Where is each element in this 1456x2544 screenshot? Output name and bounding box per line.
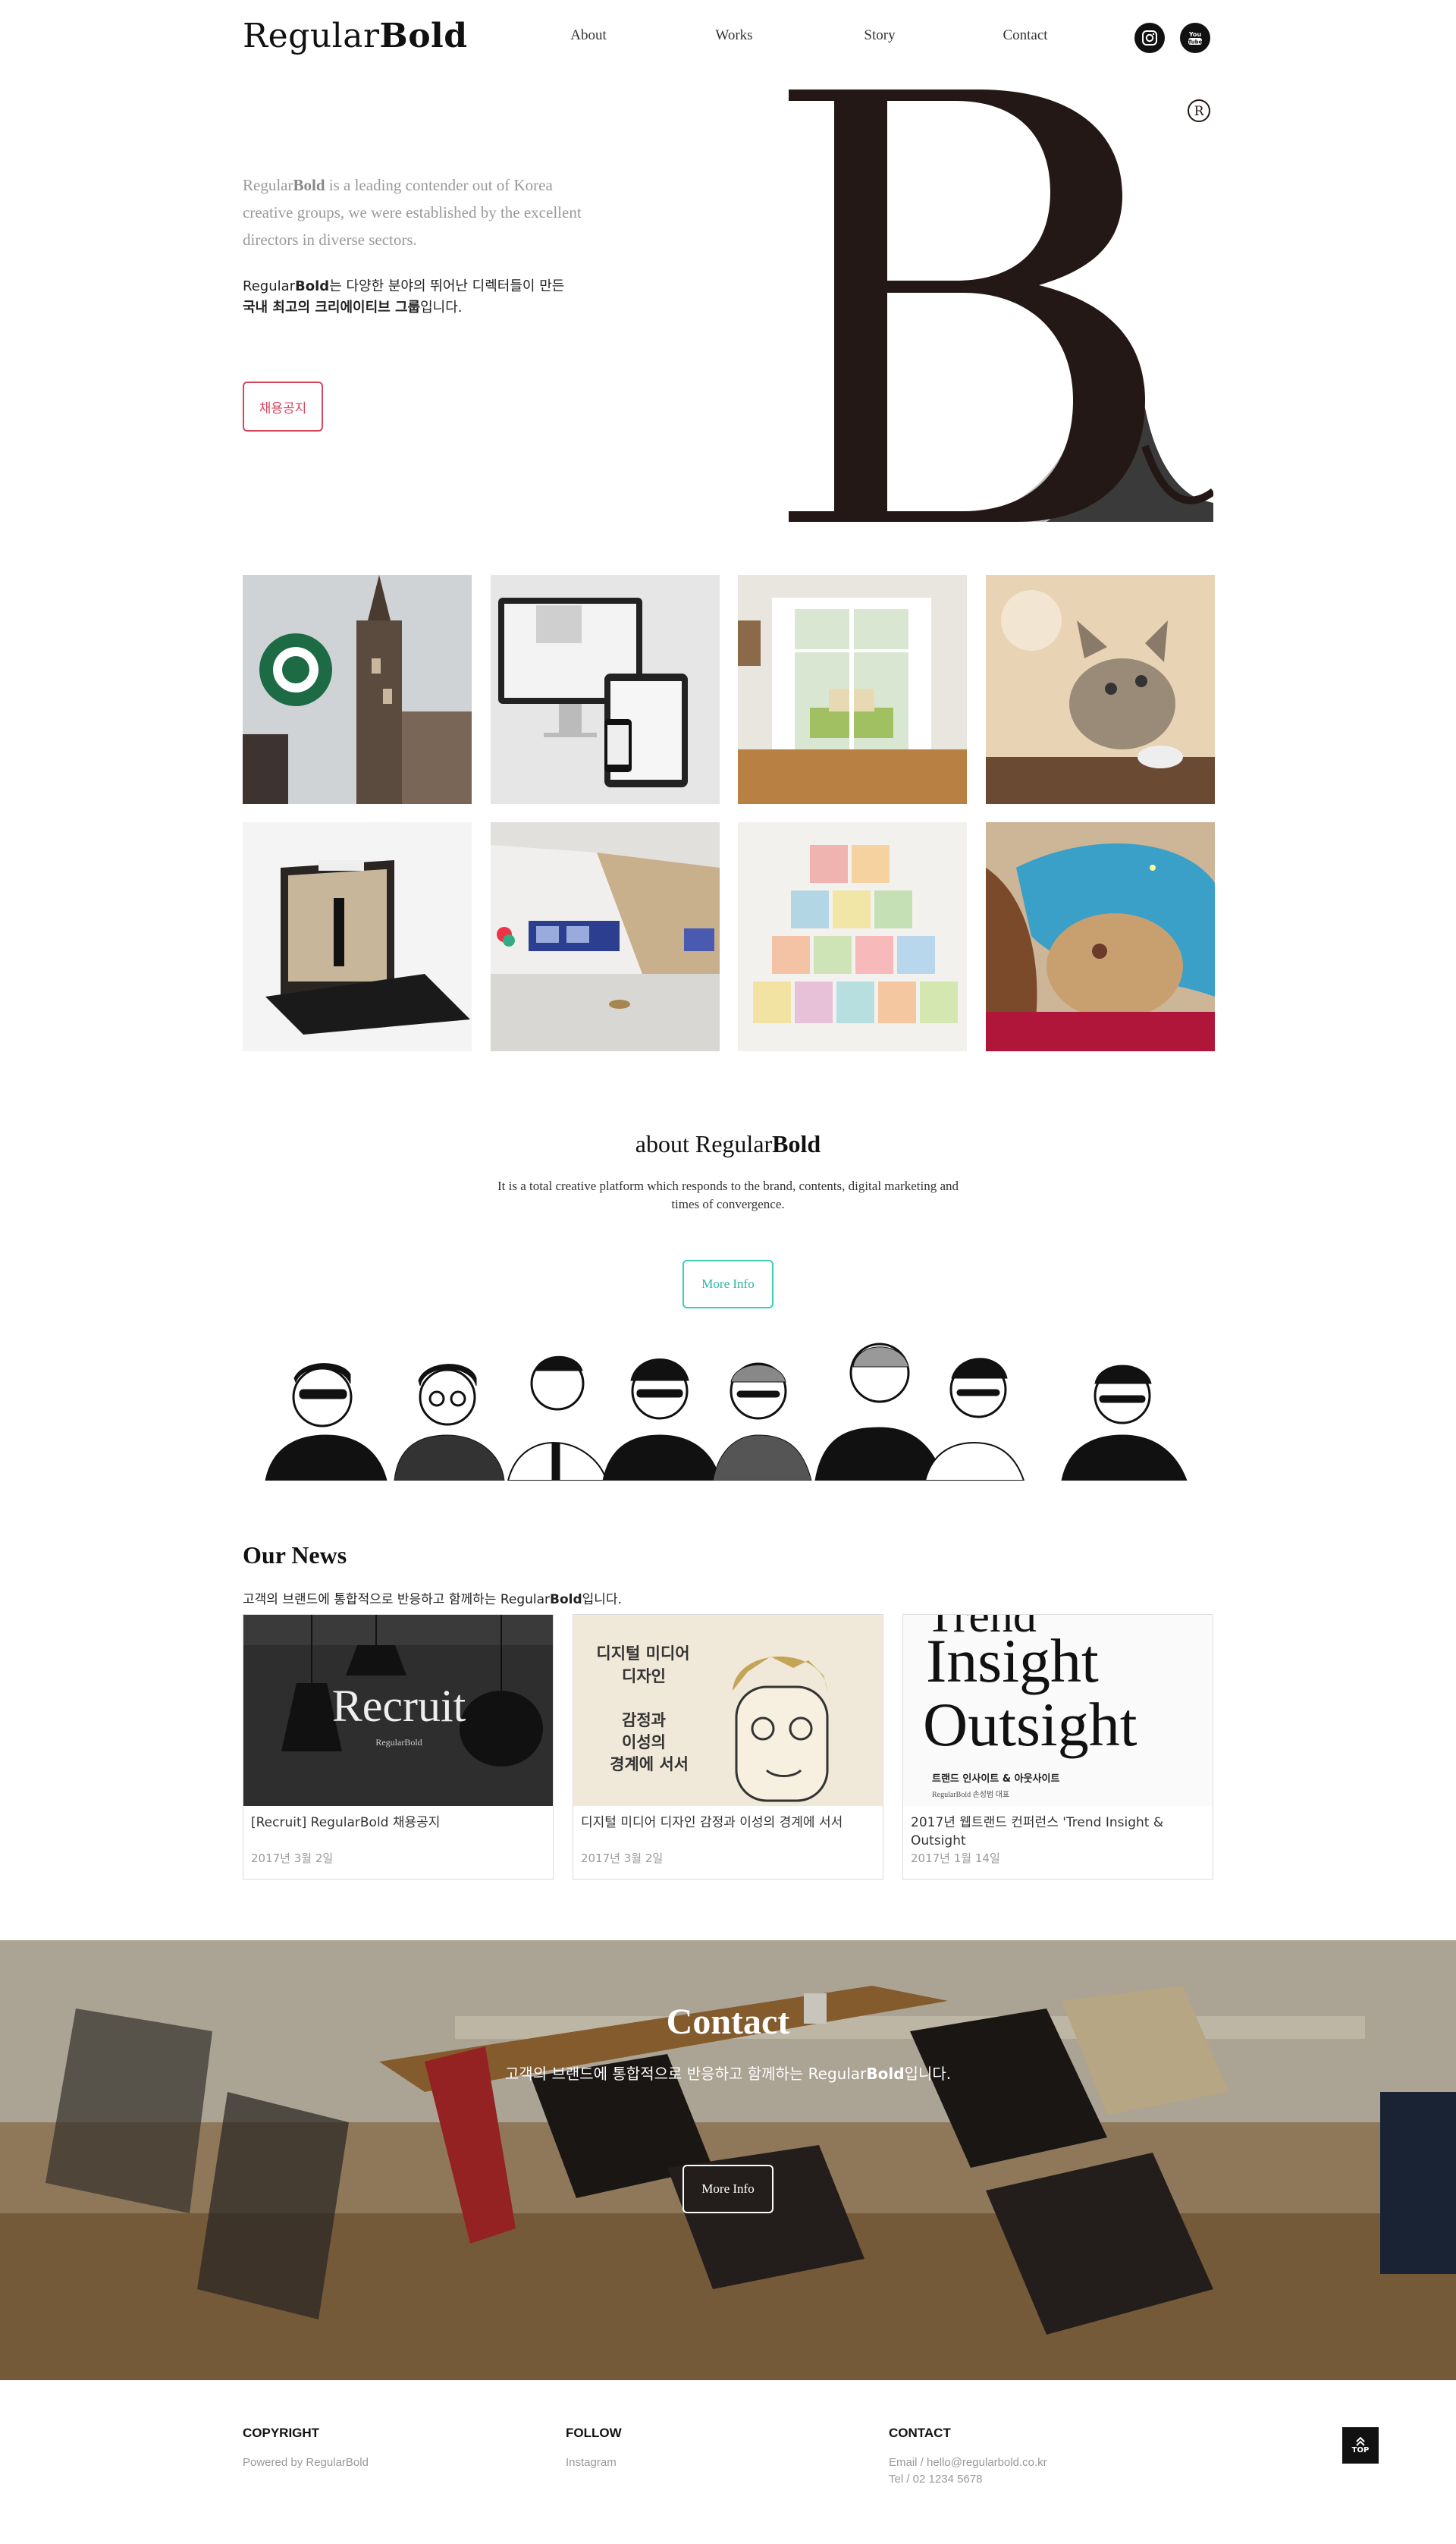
news-subtitle-post: 입니다. <box>582 1592 622 1607</box>
news-subtitle-pre: 고객의 브랜드에 통합적으로 반응하고 함께하는 Regular <box>243 1592 551 1607</box>
footer-contact: CONTACT Email / hello@regularbold.co.kr … <box>889 2426 1047 2488</box>
thumb-recruit-sub: RegularBold <box>375 1737 422 1748</box>
brand-regular: Regular <box>243 176 293 194</box>
portfolio-display-box[interactable] <box>243 822 472 1051</box>
portfolio-interior[interactable] <box>738 575 968 804</box>
site-footer: COPYRIGHT Powered by RegularBold FOLLOW … <box>0 2380 1456 2544</box>
portfolio-illustration[interactable] <box>986 822 1216 1051</box>
about-title: about RegularBold <box>0 1130 1456 1158</box>
portfolio-kitten[interactable] <box>986 575 1216 804</box>
footer-copyright: COPYRIGHT Powered by RegularBold <box>243 2426 369 2471</box>
news-card-date: 2017년 1월 14일 <box>911 1851 1000 1865</box>
thumb-digital-line: 경계에 서서 <box>610 1755 689 1773</box>
nav-works[interactable]: Works <box>661 27 807 44</box>
portfolio-exhibition[interactable] <box>490 822 720 1051</box>
nav-story[interactable]: Story <box>807 27 952 44</box>
brand-regular: Regular <box>243 278 296 294</box>
news-subtitle-bold: Bold <box>550 1592 582 1607</box>
thumb-digital-line: 디지털 미디어 <box>596 1644 689 1663</box>
site-header: RegularBold About Works Story Contact Yo… <box>0 0 1456 76</box>
contact-subtitle: 고객의 브랜드에 통합적으로 반응하고 함께하는 RegularBold입니다. <box>0 2062 1456 2084</box>
nav-about[interactable]: About <box>516 27 661 44</box>
thumb-trend-line: Outsight <box>923 1690 1138 1759</box>
news-card[interactable]: 디지털 미디어 디자인 감정과 이성의 경계에 서서 디지털 미디어 디자인 감… <box>573 1614 883 1880</box>
portfolio-grid <box>243 575 1216 1051</box>
footer-follow: FOLLOW Instagram <box>566 2426 622 2471</box>
registered-mark: R <box>1194 104 1205 119</box>
hero-english-text: RegularBold is a leading contender out o… <box>243 171 584 253</box>
hero-intro: RegularBold is a leading contender out o… <box>243 171 584 319</box>
site-logo[interactable]: RegularBold <box>243 17 468 55</box>
footer-heading: COPYRIGHT <box>243 2426 320 2440</box>
contact-subtitle-post: 입니다. <box>904 2065 952 2083</box>
svg-text:You: You <box>1188 31 1202 38</box>
portfolio-starbucks[interactable] <box>243 575 472 804</box>
about-title-bold: Bold <box>772 1130 821 1157</box>
footer-contact-lines: Email / hello@regularbold.co.kr Tel / 02… <box>889 2454 1047 2488</box>
portfolio-cups[interactable] <box>738 822 968 1051</box>
main-nav: About Works Story Contact <box>516 27 1098 44</box>
news-thumb-recruit: Recruit RegularBold <box>243 1615 553 1806</box>
thumb-trend-line: Insight <box>926 1626 1099 1695</box>
footer-heading: CONTACT <box>889 2426 951 2440</box>
back-to-top-label: TOP <box>1351 2445 1370 2454</box>
news-card-title: 2017년 웹트랜드 컨퍼런스 'Trend Insight & Outsigh… <box>911 1815 1164 1848</box>
nav-contact[interactable]: Contact <box>952 27 1098 44</box>
hero-korean-bold: 국내 최고의 크리에이티브 그룹 <box>243 300 421 316</box>
news-card-title: 디지털 미디어 디자인 감정과 이성의 경계에 서서 <box>581 1815 843 1830</box>
logo-bold-text: Bold <box>379 17 468 55</box>
hero-korean-text: RegularBold는 다양한 분야의 뛰어난 디렉터들이 만든국내 최고의 … <box>243 276 584 319</box>
footer-tel: Tel / 02 1234 5678 <box>889 2473 983 2486</box>
news-card-date: 2017년 3월 2일 <box>251 1851 334 1865</box>
hero-korean-tail: 입니다. <box>420 300 463 316</box>
news-title: Our News <box>243 1541 347 1569</box>
thumb-trend-sub: 트랜드 인사이트 & 아웃사이트 <box>932 1773 1059 1785</box>
news-subtitle: 고객의 브랜드에 통합적으로 반응하고 함께하는 RegularBold입니다. <box>243 1588 622 1607</box>
double-chevron-up-icon <box>1356 2436 1365 2446</box>
thumb-recruit-text: Recruit <box>332 1681 466 1731</box>
logo-regular-text: Regular <box>243 17 380 55</box>
contact-title: Contact <box>666 2002 790 2042</box>
youtube-icon[interactable]: You Tube <box>1180 23 1210 53</box>
contact-more-info-button[interactable]: More Info <box>682 2165 774 2213</box>
news-card[interactable]: Trend Insight Outsight 트랜드 인사이트 & 아웃사이트 … <box>902 1614 1213 1880</box>
news-thumb-digital: 디지털 미디어 디자인 감정과 이성의 경계에 서서 <box>573 1615 883 1806</box>
thumb-digital-line: 이성의 <box>622 1733 666 1751</box>
news-card-date: 2017년 3월 2일 <box>581 1851 664 1865</box>
about-description: It is a total creative platform which re… <box>497 1179 959 1211</box>
recruit-button[interactable]: 채용공지 <box>243 382 323 432</box>
big-b-logo: R <box>789 90 1213 522</box>
portfolio-devices[interactable] <box>490 575 720 804</box>
back-to-top-button[interactable]: TOP <box>1342 2427 1379 2464</box>
footer-heading: FOLLOW <box>566 2426 622 2440</box>
brand-bold: Bold <box>293 176 325 194</box>
directors-illustration <box>265 1343 1188 1481</box>
thumb-trend-byline: RegularBold 손성범 대표 <box>932 1790 1009 1799</box>
news-cards: Recruit RegularBold [Recruit] RegularBol… <box>243 1614 1213 1880</box>
about-title-regular: about Regular <box>635 1130 773 1157</box>
news-card[interactable]: Recruit RegularBold [Recruit] RegularBol… <box>243 1614 554 1880</box>
social-links: You Tube <box>1134 23 1210 53</box>
svg-text:Tube: Tube <box>1188 39 1203 46</box>
news-thumb-trend: Trend Insight Outsight 트랜드 인사이트 & 아웃사이트 … <box>903 1615 1213 1806</box>
contact-subtitle-pre: 고객의 브랜드에 통합적으로 반응하고 함께하는 Regular <box>504 2065 867 2083</box>
contact-banner: Contact 고객의 브랜드에 통합적으로 반응하고 함께하는 Regular… <box>0 1940 1456 2380</box>
contact-subtitle-bold: Bold <box>866 2065 905 2083</box>
about-more-info-button[interactable]: More Info <box>682 1260 774 1308</box>
thumb-digital-line: 감정과 <box>622 1711 666 1729</box>
instagram-icon[interactable] <box>1134 23 1165 53</box>
footer-instagram-link[interactable]: Instagram <box>566 2454 622 2471</box>
news-card-title: [Recruit] RegularBold 채용공지 <box>251 1815 441 1830</box>
footer-email[interactable]: Email / hello@regularbold.co.kr <box>889 2454 1047 2471</box>
thumb-digital-line: 디자인 <box>622 1667 666 1685</box>
brand-bold: Bold <box>295 278 330 294</box>
hero-korean-line1: 는 다양한 분야의 뛰어난 디렉터들이 만든 <box>329 278 565 294</box>
footer-copyright-text: Powered by RegularBold <box>243 2456 369 2469</box>
